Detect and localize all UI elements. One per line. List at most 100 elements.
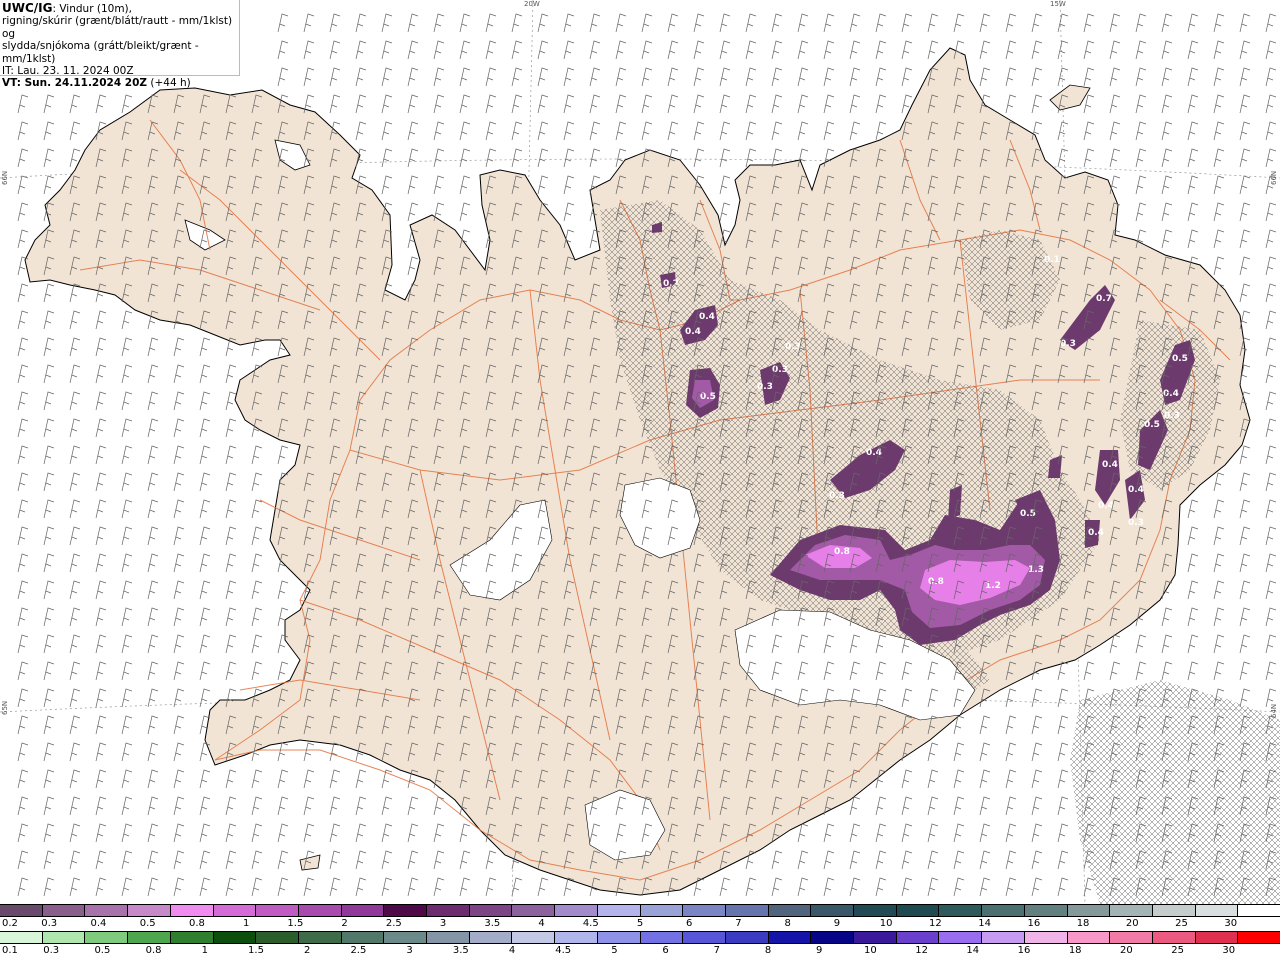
wind-barb [17, 850, 29, 870]
wind-barb [1057, 715, 1069, 735]
wind-barb [251, 445, 263, 465]
wind-barb [43, 283, 55, 303]
wind-barb [43, 553, 55, 573]
wind-barb [849, 40, 861, 60]
initial-time: IT: Lau. 23. 11. 2024 00Z [2, 65, 134, 78]
wind-barb [537, 13, 549, 33]
wind-barb [355, 67, 367, 87]
wind-barb [563, 202, 575, 222]
wind-barb [43, 337, 55, 357]
wind-barb [95, 391, 107, 411]
legend-label: 30 [1224, 918, 1238, 929]
wind-barb [537, 175, 549, 195]
wind-barb [1213, 121, 1225, 141]
wind-barb [69, 418, 81, 438]
wind-barb [1031, 40, 1043, 60]
wind-barb [1031, 877, 1043, 897]
legend-label: 1 [201, 945, 208, 956]
legend-swatch [939, 905, 983, 916]
wind-barb [615, 67, 627, 87]
wind-barb [1109, 661, 1121, 681]
wind-barb [199, 553, 211, 573]
wind-barb [147, 769, 159, 789]
wind-barb [641, 13, 653, 33]
wind-barb [95, 769, 107, 789]
wind-barb [1239, 67, 1251, 87]
wind-barb [563, 148, 575, 168]
wind-barb [563, 94, 575, 114]
wind-barb [95, 877, 107, 897]
wind-barb [797, 823, 809, 843]
wind-barb [251, 580, 263, 600]
wind-barb [43, 850, 55, 870]
wind-barb [303, 823, 315, 843]
wind-barb [459, 850, 471, 870]
legend-swatch [1024, 932, 1068, 943]
wind-barb [927, 40, 939, 60]
legend-label: 2 [341, 918, 348, 929]
wind-barb [43, 499, 55, 519]
wind-barb [329, 40, 341, 60]
legend-label: 18 [1076, 918, 1090, 929]
wind-barb [121, 850, 133, 870]
wind-barb [251, 661, 263, 681]
wind-barb [979, 769, 991, 789]
wind-barb [121, 526, 133, 546]
lat-label-64n-right: 64N [1270, 703, 1278, 718]
wind-barb [173, 445, 185, 465]
wind-barb [1161, 40, 1173, 60]
wind-barb [17, 229, 29, 249]
legend-label: 30 [1222, 945, 1236, 956]
snow-legend-swatches [0, 904, 1280, 917]
wind-barb [1135, 67, 1147, 87]
wind-barb [147, 634, 159, 654]
wind-barb [1239, 256, 1251, 276]
wind-barb [69, 526, 81, 546]
wind-barb [745, 877, 757, 897]
wind-barb [1239, 553, 1251, 573]
wind-barb [173, 607, 185, 627]
legend-label: 6 [662, 945, 669, 956]
wind-barb [355, 13, 367, 33]
wind-barb [1239, 202, 1251, 222]
wind-barb [277, 742, 289, 762]
legend-swatch [85, 905, 129, 916]
wind-barb [277, 823, 289, 843]
lon-label-20w: 20W [524, 0, 540, 8]
precip-label: 0.5 [1172, 354, 1188, 364]
wind-barb [979, 67, 991, 87]
wind-barb [1031, 715, 1043, 735]
wind-barb [771, 40, 783, 60]
wind-barb [121, 337, 133, 357]
wind-barb [1057, 148, 1069, 168]
wind-barb [121, 796, 133, 816]
legend-swatch [982, 932, 1025, 943]
iceland-landmass [24, 47, 1251, 896]
wind-barb [329, 877, 341, 897]
legend-label: 18 [1068, 945, 1082, 956]
wind-barb [277, 67, 289, 87]
wind-barb [589, 67, 601, 87]
wind-barb [17, 499, 29, 519]
legend-label: 16 [1027, 918, 1041, 929]
wind-barb [121, 472, 133, 492]
wind-barb [43, 391, 55, 411]
wind-barb [329, 742, 341, 762]
wind-barb [901, 850, 913, 870]
wind-barb [199, 364, 211, 384]
precip-label: 0.1 [1044, 255, 1060, 265]
wind-barb [979, 13, 991, 33]
wind-barb [693, 40, 705, 60]
wind-barb [1265, 607, 1277, 627]
wind-barb [797, 67, 809, 87]
wind-barb [719, 175, 731, 195]
wind-barb [1031, 850, 1043, 870]
wind-barb [875, 67, 887, 87]
precip-label: 1.2 [985, 581, 1001, 591]
wind-barb [199, 688, 211, 708]
wind-barb [927, 823, 939, 843]
wind-barb [485, 877, 497, 897]
wind-barb [485, 148, 497, 168]
wind-barb [329, 94, 341, 114]
legend-swatch [298, 932, 342, 943]
